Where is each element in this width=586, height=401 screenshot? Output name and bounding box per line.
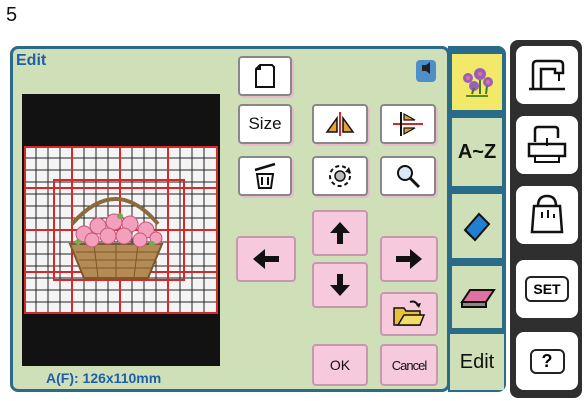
hand-bag-icon	[530, 194, 564, 234]
magnify-button[interactable]	[380, 156, 436, 196]
cancel-button[interactable]: Cancel	[380, 344, 438, 386]
arrow-down-icon	[330, 274, 350, 296]
rotate-icon	[329, 165, 351, 187]
tab-edit-tool[interactable]	[450, 264, 504, 330]
mirror-button[interactable]	[312, 104, 368, 144]
set-label: SET	[525, 276, 569, 302]
eraser-icon	[463, 212, 491, 242]
open-folder-button[interactable]	[380, 292, 438, 336]
pattern-size-label: A(F): 126x110mm	[46, 370, 162, 386]
embroidery-machine-icon	[527, 125, 567, 163]
ok-button[interactable]: OK	[312, 344, 368, 386]
tab-edit[interactable]: Edit	[450, 334, 504, 390]
settings-button[interactable]: SET	[514, 258, 580, 320]
info-icon[interactable]	[416, 60, 436, 82]
tab-pattern[interactable]	[450, 52, 504, 112]
page-title: Edit	[16, 52, 47, 69]
new-page-icon	[255, 64, 275, 88]
eraser-icon	[460, 289, 496, 308]
delete-icon	[254, 162, 276, 189]
size-button[interactable]: Size	[238, 104, 292, 144]
help-button[interactable]: ?	[514, 330, 580, 392]
flowers-pattern-icon	[463, 68, 493, 97]
help-label: ?	[529, 348, 565, 374]
arrow-right-icon	[396, 249, 422, 269]
arrow-left-icon	[253, 249, 279, 269]
delete-button[interactable]	[238, 156, 292, 196]
move-right-button[interactable]	[380, 236, 438, 282]
tab-letters[interactable]: A~Z	[450, 116, 504, 188]
move-up-button[interactable]	[312, 210, 368, 256]
rotate-button[interactable]	[312, 156, 368, 196]
open-folder-icon	[393, 300, 426, 326]
new-page-button[interactable]	[238, 56, 292, 96]
manual-button[interactable]	[514, 184, 580, 246]
sewing-machine-icon	[529, 59, 565, 91]
arrow-up-icon	[330, 222, 350, 244]
tab-eraser[interactable]	[450, 192, 504, 260]
flip-button[interactable]	[380, 104, 436, 144]
embroidery-grid	[24, 146, 218, 314]
step-number: 5	[6, 4, 18, 26]
flip-icon	[393, 112, 423, 136]
mirror-icon	[325, 112, 355, 136]
sewing-mode-button[interactable]	[514, 44, 580, 106]
move-left-button[interactable]	[236, 236, 296, 282]
magnify-icon	[397, 165, 421, 189]
move-down-button[interactable]	[312, 262, 368, 308]
embroidery-mode-button[interactable]	[514, 114, 580, 176]
